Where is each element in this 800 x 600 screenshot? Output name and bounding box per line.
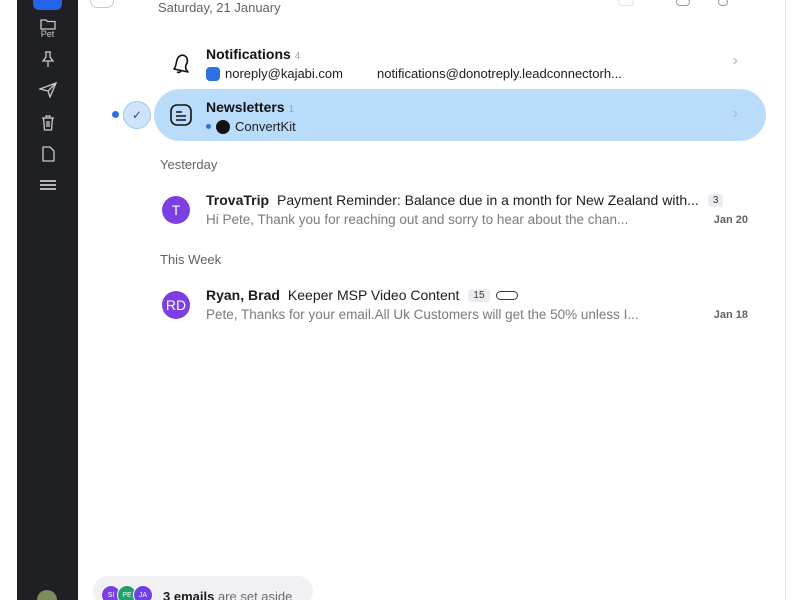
avatar: JA bbox=[133, 585, 153, 600]
bundle-title: Newsletters 1 bbox=[206, 99, 295, 115]
email-sender: TrovaTrip bbox=[206, 192, 270, 208]
sidebar-item-menu[interactable] bbox=[17, 179, 78, 191]
email-sender: Ryan, Brad bbox=[206, 287, 280, 303]
kajabi-logo-icon bbox=[206, 66, 220, 81]
email-snippet: Pete, Thanks for your email.All Uk Custo… bbox=[206, 307, 639, 322]
sidebar-item-sent[interactable] bbox=[17, 82, 78, 98]
bundle-title: Notifications 4 bbox=[206, 46, 301, 62]
search-icon[interactable] bbox=[676, 0, 690, 6]
reminder-icon[interactable] bbox=[718, 0, 728, 6]
unread-dot-icon bbox=[206, 124, 211, 129]
section-header-this-week: This Week bbox=[160, 252, 222, 267]
email-header: TrovaTrip Payment Reminder: Balance due … bbox=[206, 192, 724, 208]
sidebar-item-label: Pet bbox=[40, 29, 55, 39]
avatar: T bbox=[162, 196, 190, 224]
inbox-icon bbox=[33, 0, 62, 10]
sender-name: ConvertKit bbox=[235, 119, 296, 134]
sidebar-item-pinned[interactable] bbox=[17, 50, 78, 68]
convertkit-logo-icon bbox=[216, 119, 230, 134]
bundle-count: 4 bbox=[294, 51, 301, 62]
check-icon: ✓ bbox=[131, 108, 143, 122]
sidebar: Pet bbox=[17, 0, 78, 600]
bundle-senders: ConvertKit bbox=[206, 119, 296, 134]
email-row[interactable]: RD Ryan, Brad Keeper MSP Video Content 1… bbox=[154, 283, 766, 333]
status-icon bbox=[618, 0, 634, 6]
user-avatar[interactable] bbox=[37, 590, 57, 600]
bell-icon bbox=[173, 54, 189, 74]
bundle-newsletters[interactable]: Newsletters 1 ConvertKit › bbox=[154, 89, 766, 141]
thread-count-badge: 3 bbox=[707, 193, 724, 207]
attachment-icon bbox=[495, 290, 518, 300]
chevron-right-icon: › bbox=[732, 52, 738, 69]
inbox-list: Saturday, 21 January Notifications 4 nore… bbox=[78, 0, 785, 600]
bundle-senders: noreply@kajabi.com notifications@donotre… bbox=[206, 66, 622, 81]
grid-icon[interactable] bbox=[90, 0, 114, 8]
sender-name: notifications@donotreply.leadconnectorh.… bbox=[376, 66, 622, 81]
document-icon bbox=[41, 146, 55, 162]
menu-icon bbox=[39, 180, 56, 190]
chevron-right-icon: › bbox=[732, 105, 738, 122]
newspaper-icon bbox=[170, 104, 192, 126]
set-aside-pill[interactable]: SI PE JA 3 emails are set aside bbox=[93, 576, 313, 600]
email-date: Jan 18 bbox=[713, 309, 748, 321]
bundle-count: 1 bbox=[288, 104, 295, 115]
email-row[interactable]: T TrovaTrip Payment Reminder: Balance du… bbox=[154, 188, 766, 238]
section-header-yesterday: Yesterday bbox=[160, 157, 218, 172]
email-date: Jan 20 bbox=[713, 214, 748, 226]
email-subject: Keeper MSP Video Content bbox=[287, 287, 460, 303]
email-snippet: Hi Pete, Thank you for reaching out and … bbox=[206, 212, 629, 227]
email-header: Ryan, Brad Keeper MSP Video Content 15 bbox=[206, 287, 518, 303]
send-icon bbox=[38, 82, 57, 98]
sidebar-item-drafts[interactable] bbox=[17, 146, 78, 162]
sidebar-item-trash[interactable] bbox=[17, 114, 78, 131]
sender-name: noreply@kajabi.com bbox=[225, 66, 343, 81]
pin-icon bbox=[41, 51, 54, 67]
thread-count-badge: 15 bbox=[468, 288, 490, 302]
set-aside-label: 3 emails are set aside bbox=[163, 589, 293, 600]
trash-icon bbox=[41, 115, 54, 131]
email-subject: Payment Reminder: Balance due in a month… bbox=[277, 192, 699, 208]
selected-checkbox[interactable]: ✓ bbox=[123, 101, 151, 129]
app-window: Pet Saturday, 21 January Notifications 4… bbox=[0, 0, 800, 600]
sidebar-item-pet[interactable]: Pet bbox=[17, 18, 78, 39]
avatar: RD bbox=[162, 291, 190, 319]
section-header-saturday: Saturday, 21 January bbox=[158, 0, 281, 15]
bundle-notifications[interactable]: Notifications 4 noreply@kajabi.com notifi… bbox=[154, 36, 766, 88]
selection-dot-icon bbox=[112, 111, 119, 118]
